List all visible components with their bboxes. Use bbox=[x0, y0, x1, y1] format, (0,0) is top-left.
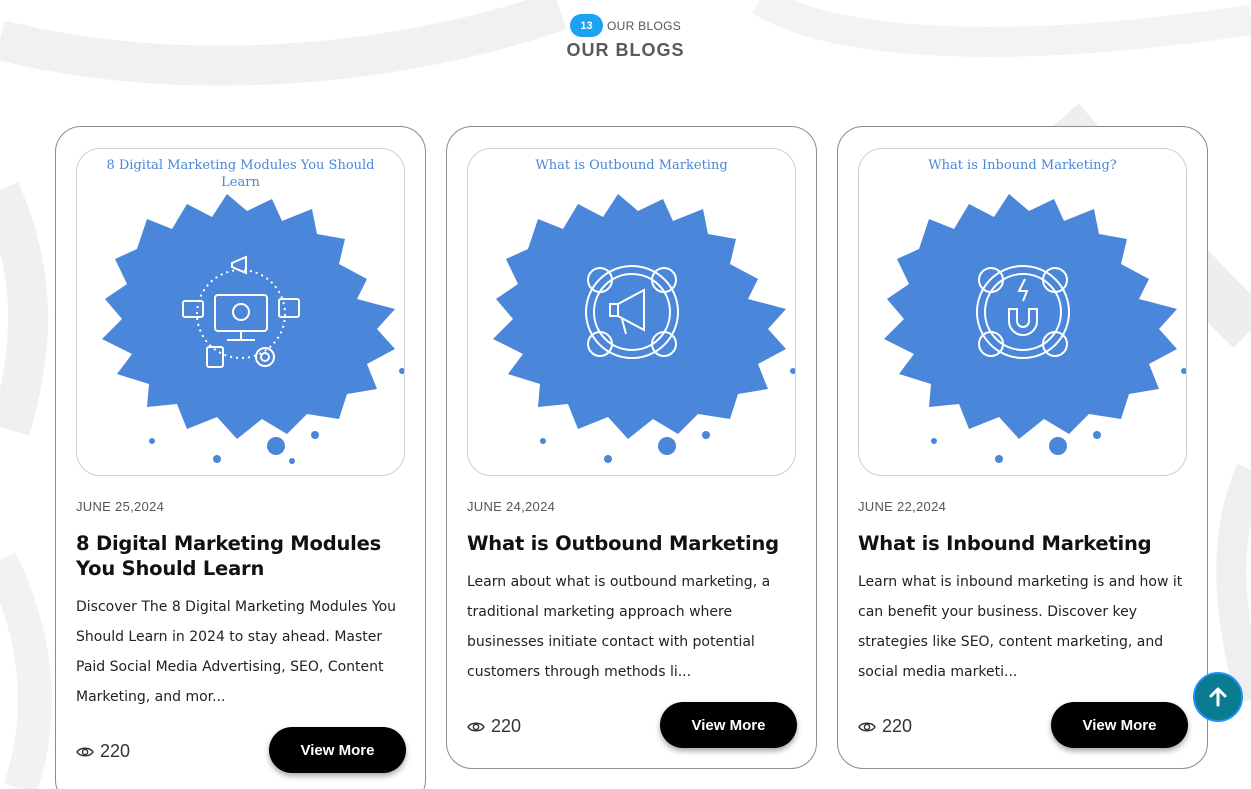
blog-card: What is Outbound Marketing JUNE 24,2024 … bbox=[446, 126, 817, 769]
eye-icon bbox=[76, 747, 94, 756]
scroll-to-top-button[interactable] bbox=[1193, 672, 1243, 722]
view-count-value: 220 bbox=[100, 741, 131, 761]
blog-card: 8 Digital Marketing Modules You Should L… bbox=[55, 126, 426, 789]
paint-splash-image bbox=[884, 194, 1186, 463]
view-count: 220 bbox=[76, 741, 130, 762]
paint-splash-image bbox=[493, 194, 795, 463]
view-more-button[interactable]: View More bbox=[269, 727, 406, 773]
post-date: JUNE 22,2024 bbox=[858, 499, 947, 514]
post-excerpt: Discover The 8 Digital Marketing Modules… bbox=[76, 599, 397, 705]
view-more-button[interactable]: View More bbox=[1051, 702, 1188, 748]
section-eyebrow: 13 OUR BLOGS bbox=[0, 14, 1251, 37]
section-title: OUR BLOGS bbox=[566, 40, 685, 60]
view-count: 220 bbox=[858, 716, 912, 737]
post-excerpt: Learn about what is outbound marketing, … bbox=[467, 574, 771, 680]
post-date: JUNE 24,2024 bbox=[467, 499, 556, 514]
paint-splash-image bbox=[102, 194, 404, 464]
blog-thumbnail[interactable]: 8 Digital Marketing Modules You Should L… bbox=[76, 148, 405, 476]
section-header: 13 OUR BLOGS OUR BLOGS bbox=[0, 14, 1251, 61]
thumbnail-caption: What is Outbound Marketing bbox=[535, 158, 728, 173]
post-excerpt: Learn what is inbound marketing is and h… bbox=[858, 574, 1183, 680]
eyebrow-label: OUR BLOGS bbox=[606, 18, 682, 33]
post-title[interactable]: What is Outbound Marketing bbox=[467, 531, 798, 556]
post-title[interactable]: What is Inbound Marketing bbox=[858, 531, 1189, 556]
section-number-badge: 13 bbox=[569, 14, 603, 37]
view-count: 220 bbox=[467, 716, 521, 737]
thumbnail-caption: 8 Digital Marketing Modules You Should L… bbox=[106, 158, 375, 190]
blog-thumbnail[interactable]: What is Outbound Marketing bbox=[467, 148, 796, 476]
post-title[interactable]: 8 Digital Marketing Modules You Should L… bbox=[76, 531, 407, 581]
view-more-button[interactable]: View More bbox=[660, 702, 797, 748]
blog-card: What is Inbound Marketing? JUNE 22,2024 … bbox=[837, 126, 1208, 769]
eye-icon bbox=[858, 722, 876, 731]
arrow-up-icon bbox=[1209, 687, 1227, 707]
eye-icon bbox=[467, 722, 485, 731]
post-date: JUNE 25,2024 bbox=[76, 499, 165, 514]
view-count-value: 220 bbox=[491, 716, 522, 736]
view-count-value: 220 bbox=[882, 716, 913, 736]
blog-thumbnail[interactable]: What is Inbound Marketing? bbox=[858, 148, 1187, 476]
thumbnail-caption: What is Inbound Marketing? bbox=[928, 158, 1117, 173]
